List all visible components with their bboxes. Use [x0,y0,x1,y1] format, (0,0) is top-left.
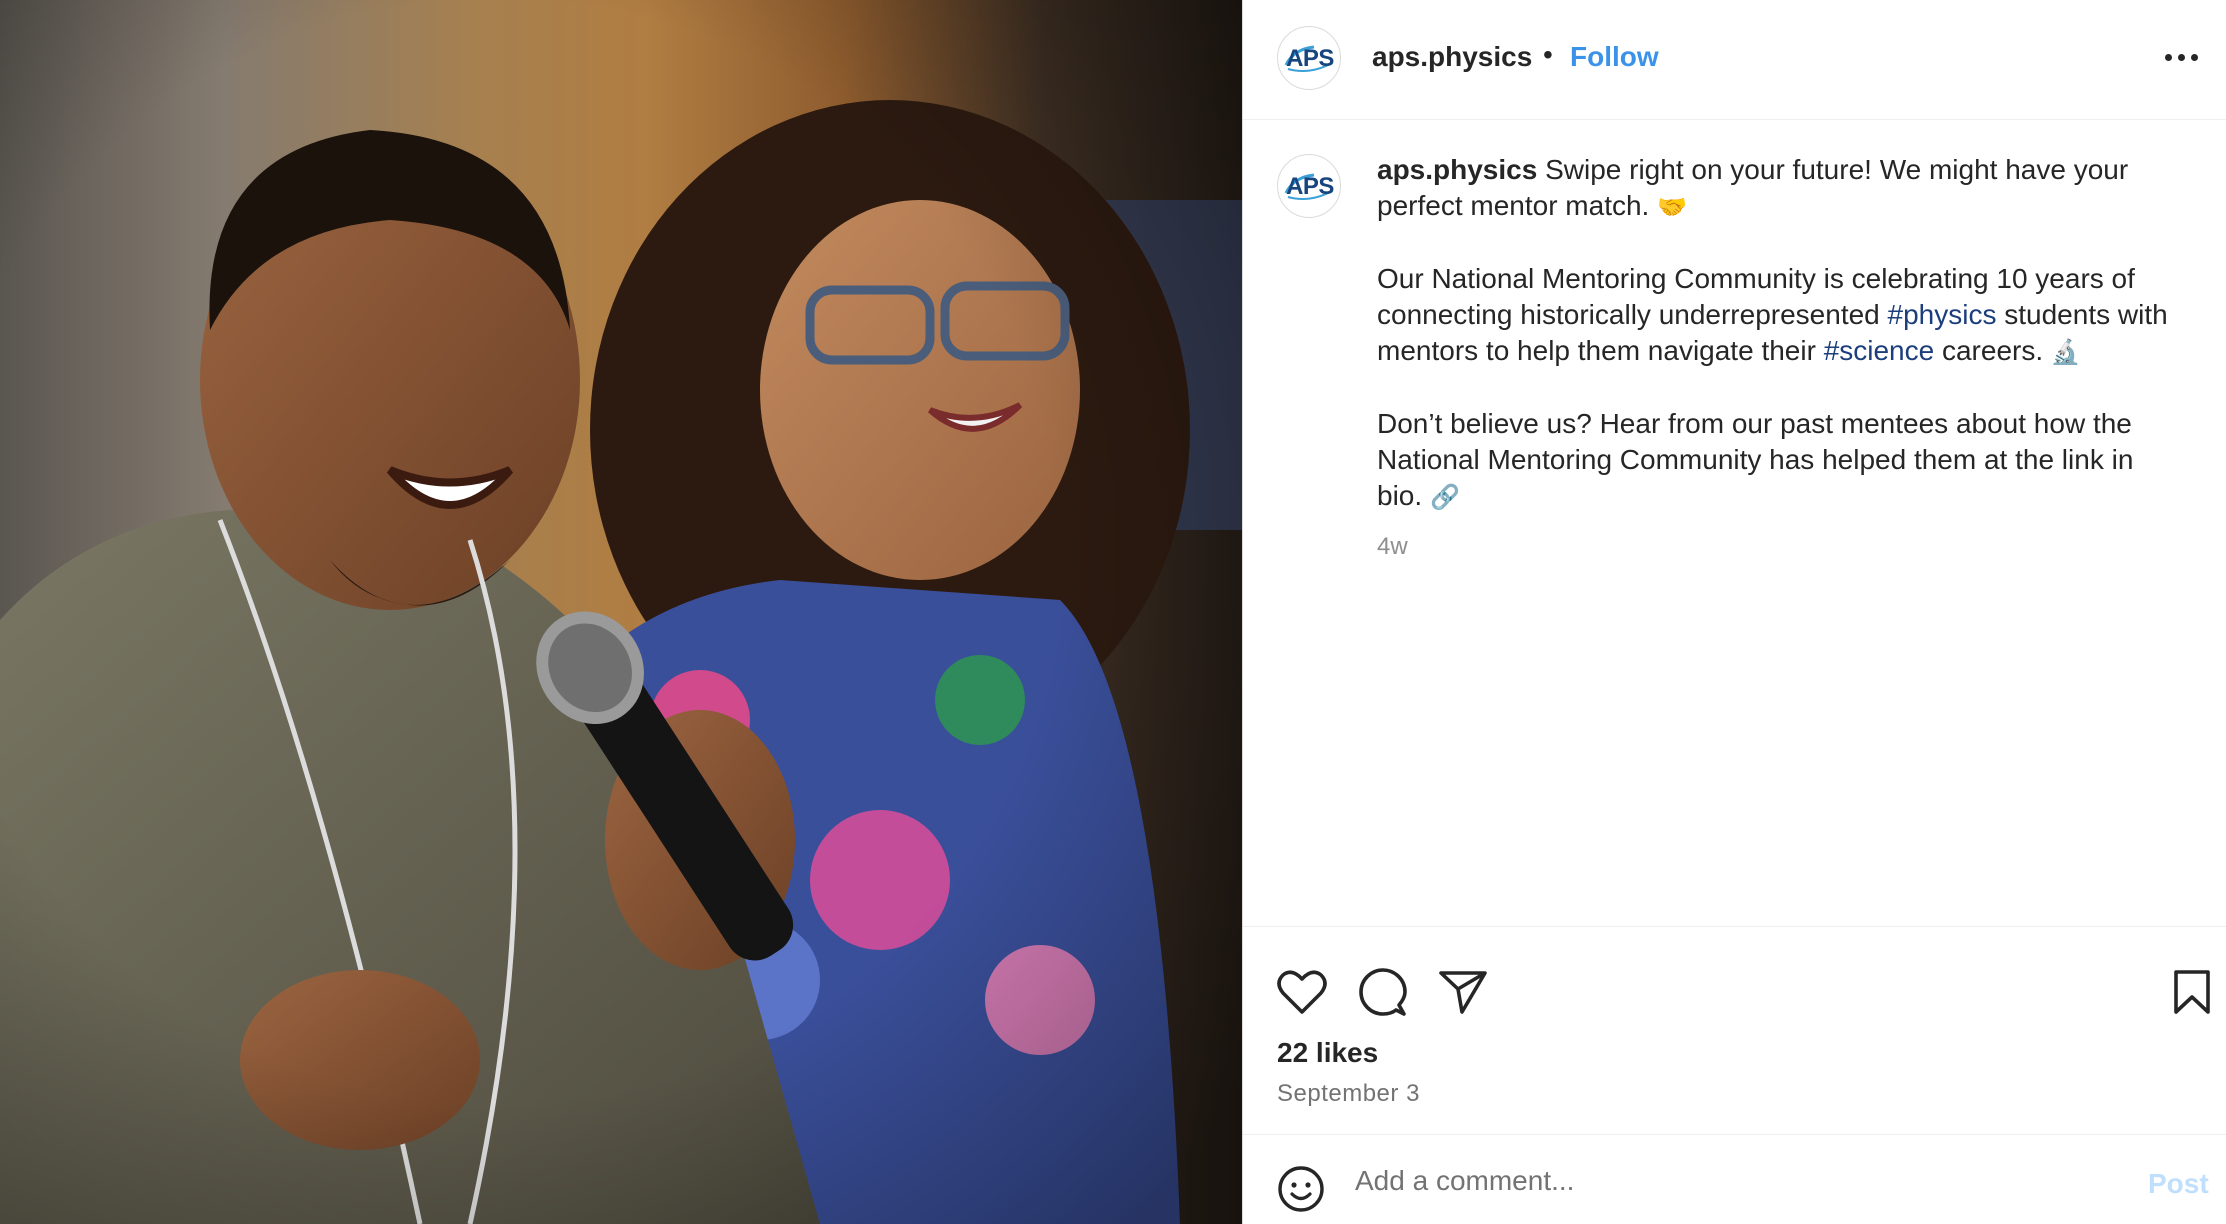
photo-illustration [0,0,1242,1224]
post-comment-button[interactable]: Post [2148,1168,2209,1200]
post-sidebar: APS aps.physics • Follow APS aps.physics… [1242,0,2226,1224]
caption-paragraph-1: aps.physics Swipe right on your future! … [1377,152,2177,225]
caption-p3-text: Don’t believe us? Hear from our past men… [1377,408,2134,511]
post-header: APS aps.physics • Follow [1243,0,2226,120]
hashtag-science[interactable]: #science [1824,335,1935,366]
caption-section: APS aps.physics Swipe right on your futu… [1243,120,2226,926]
post-actions: 22 likes September 3 [1243,926,2226,1134]
more-horizontal-icon[interactable] [2165,46,2199,66]
caption-avatar[interactable]: APS [1277,154,1341,218]
avatar[interactable]: APS [1277,26,1341,90]
hashtag-physics[interactable]: #physics [1888,299,1997,330]
avatar-logo-text: APS [1286,173,1334,200]
bookmark-icon[interactable] [2172,969,2212,1015]
comment-icon[interactable] [1358,968,1408,1018]
caption-paragraph-2: Our National Mentoring Community is cele… [1377,261,2177,370]
post-photo[interactable] [0,0,1242,1224]
avatar-logo-text: APS [1286,45,1334,72]
comment-input[interactable] [1355,1161,2055,1201]
likes-count[interactable]: 22 likes [1277,1037,1378,1069]
post-age[interactable]: 4w [1377,529,2177,565]
smiley-icon[interactable] [1277,1165,1325,1213]
separator-dot: • [1543,39,1553,70]
caption-p2-text-c: careers. [1934,335,2051,366]
post-username[interactable]: aps.physics [1372,41,1532,73]
heart-icon[interactable] [1277,969,1327,1015]
link-emoji-icon: 🔗 [1429,483,1460,511]
microscope-emoji-icon: 🔬 [2050,338,2081,366]
post-date[interactable]: September 3 [1277,1080,1420,1108]
handshake-emoji-icon: 🤝 [1657,193,1687,221]
caption-paragraph-3: Don’t believe us? Hear from our past men… [1377,406,2177,515]
share-icon[interactable] [1438,969,1488,1015]
comment-bar: Post [1243,1134,2226,1224]
caption-username[interactable]: aps.physics [1377,154,1537,185]
caption-text: aps.physics Swipe right on your future! … [1377,152,2177,565]
follow-button[interactable]: Follow [1570,41,1659,73]
